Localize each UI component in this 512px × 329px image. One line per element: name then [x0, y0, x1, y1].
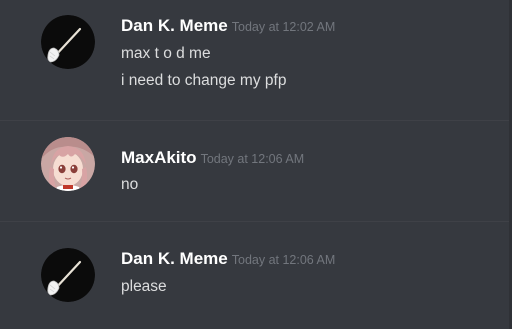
broom-avatar-icon[interactable]: [41, 15, 95, 69]
message-text: please: [121, 278, 167, 295]
message-header: Dan K. Meme Today at 12:02 AM: [121, 16, 335, 36]
message-group: MaxAkito Today at 12:06 AM no: [0, 121, 512, 221]
timestamp: Today at 12:06 AM: [200, 152, 305, 166]
message-text: i need to change my pfp: [121, 72, 287, 89]
timestamp: Today at 12:06 AM: [231, 253, 336, 267]
message-group: Dan K. Meme Today at 12:02 AM max t o d m…: [0, 0, 512, 120]
anime-girl-avatar-icon[interactable]: [41, 137, 95, 191]
message-header: Dan K. Meme Today at 12:06 AM: [121, 249, 335, 269]
username[interactable]: Dan K. Meme: [121, 249, 228, 268]
broom-avatar-icon[interactable]: [41, 248, 95, 302]
message-text: max t o d me: [121, 45, 211, 62]
username[interactable]: MaxAkito: [121, 148, 197, 167]
username[interactable]: Dan K. Meme: [121, 16, 228, 35]
message-text: no: [121, 176, 139, 193]
chat-message-list: Dan K. Meme Today at 12:02 AM max t o d m…: [0, 0, 512, 329]
message-header: MaxAkito Today at 12:06 AM: [121, 148, 304, 168]
message-group: Dan K. Meme Today at 12:06 AM please: [0, 222, 512, 329]
timestamp: Today at 12:02 AM: [231, 20, 336, 34]
